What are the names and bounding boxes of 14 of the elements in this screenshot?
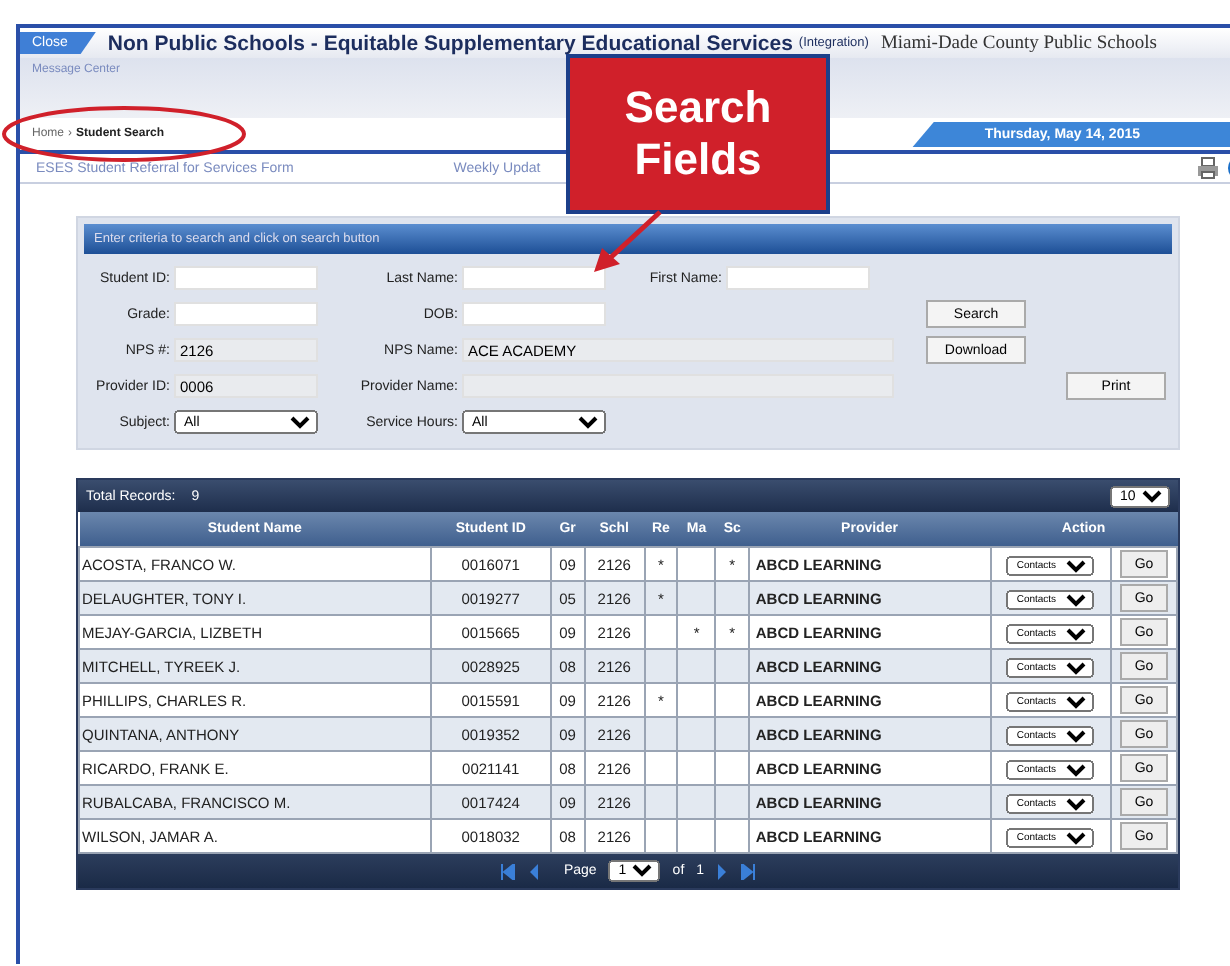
district-name: Miami-Dade County Public Schools — [880, 33, 1157, 53]
printer-icon[interactable] — [1196, 156, 1220, 180]
input-field[interactable] — [174, 302, 318, 326]
callout-text: Fields — [634, 134, 762, 187]
input-field[interactable] — [462, 302, 606, 326]
first-page-icon[interactable] — [499, 863, 516, 879]
next-page-icon[interactable] — [716, 863, 729, 879]
last-page-icon[interactable] — [740, 863, 757, 879]
app-title: Non Public Schools - Equitable Supplementary Educational Services — [107, 31, 793, 55]
callout-text: Search — [624, 81, 772, 134]
input-field[interactable] — [726, 266, 870, 290]
previous-page-icon[interactable] — [527, 863, 540, 879]
input-field[interactable] — [462, 266, 606, 290]
input-field[interactable] — [174, 266, 318, 290]
